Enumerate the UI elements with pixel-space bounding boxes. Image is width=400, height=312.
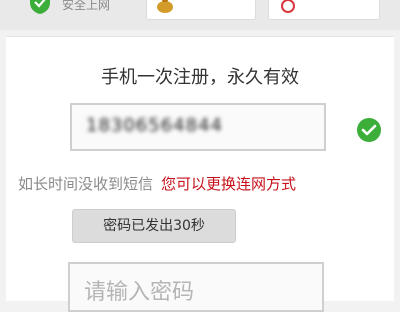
toolbar-button-1[interactable] (146, 0, 256, 20)
toolbar-button-2[interactable] (268, 0, 380, 20)
password-sent-button[interactable]: 密码已发出30秒 (72, 209, 236, 243)
phone-input[interactable]: 18306564844 (70, 103, 326, 151)
red-circle-icon (281, 0, 295, 13)
change-network-link[interactable]: 您可以更换连网方式 (161, 175, 296, 193)
hint-text: 如长时间没收到短信 (18, 175, 154, 193)
password-placeholder: 请输入密码 (84, 280, 195, 305)
phone-value: 18306564844 (86, 115, 223, 136)
register-card: 手机一次注册，永久有效 18306564844 如长时间没收到短信 您可以更换连网… (6, 36, 394, 312)
safe-label: 安全上网 (62, 0, 111, 12)
shield-icon (30, 0, 50, 14)
page-title: 手机一次注册，永久有效 (101, 67, 299, 88)
password-input[interactable]: 请输入密码 (68, 262, 324, 312)
money-bag-icon (157, 0, 173, 13)
top-bar: 安全上网 (0, 0, 400, 30)
check-circle-icon (357, 118, 381, 142)
sms-hint: 如长时间没收到短信 您可以更换连网方式 (18, 173, 296, 194)
